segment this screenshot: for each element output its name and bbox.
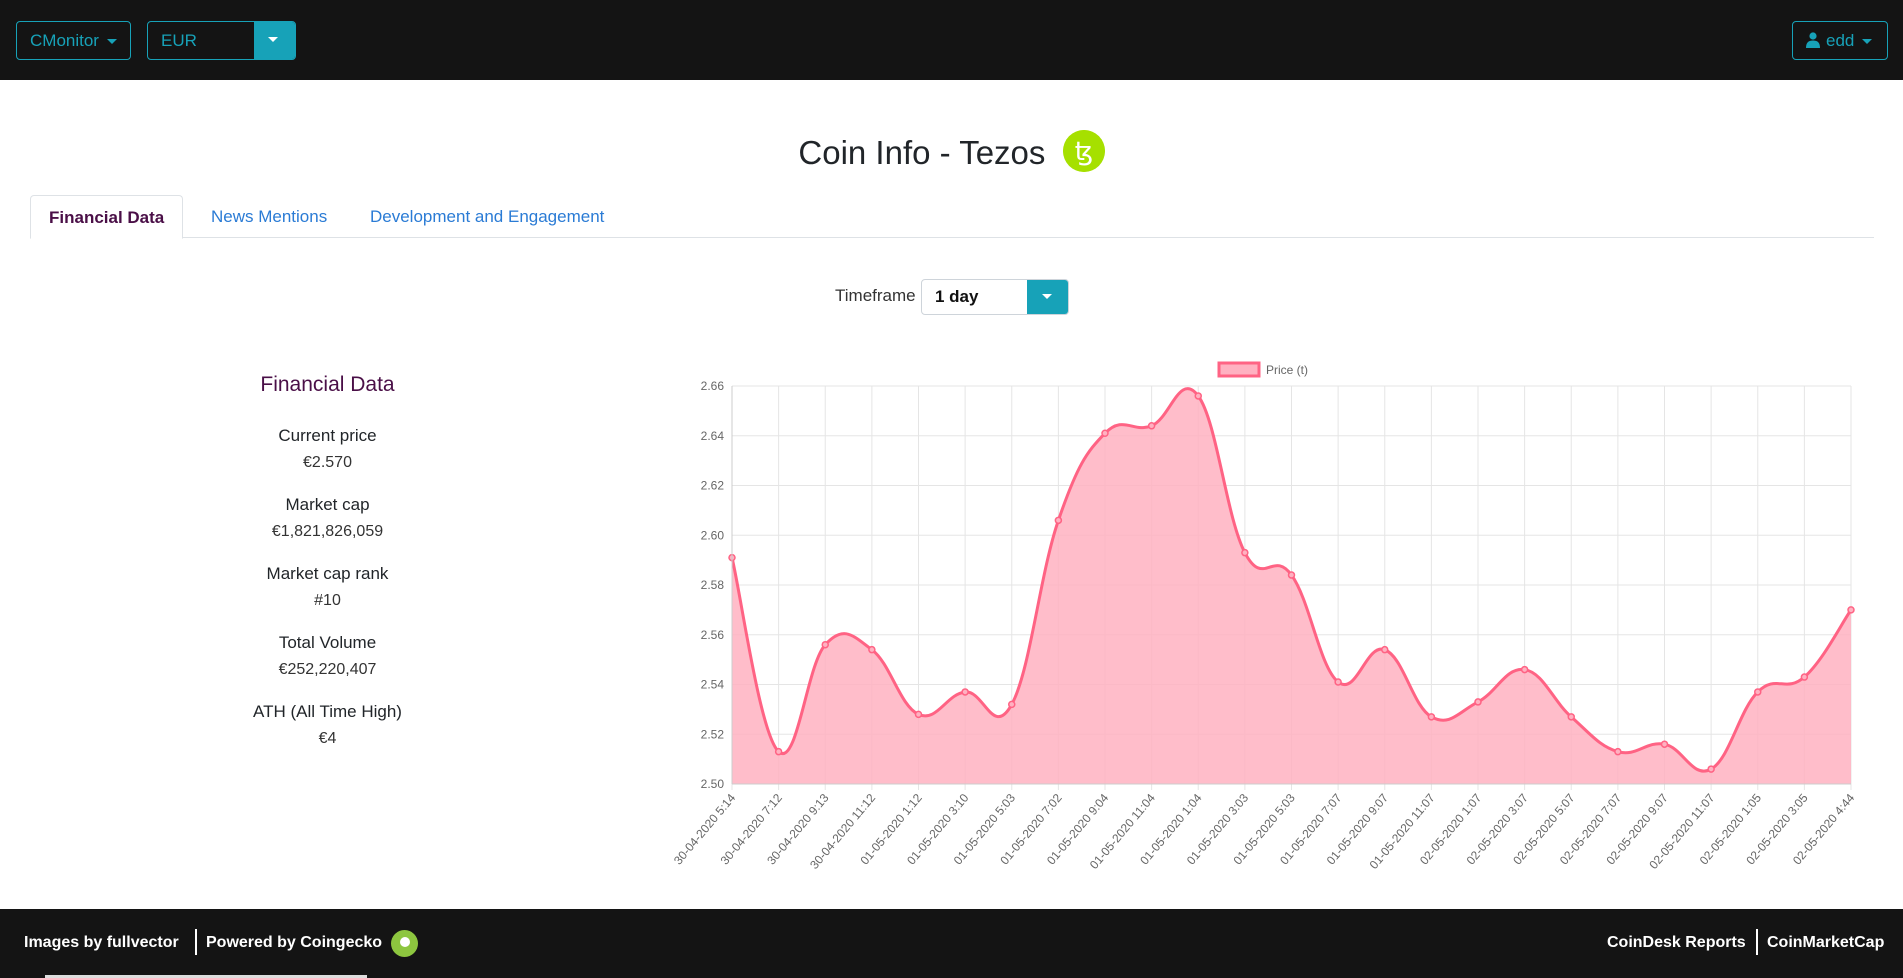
- price-point: [821, 640, 829, 649]
- tezos-logo-glyph: ꜩ: [1074, 137, 1092, 167]
- stat-label: Market cap rank: [266, 564, 389, 583]
- stat-value: €1,821,826,059: [271, 523, 384, 540]
- powered-by-link[interactable]: Powered by Coingecko: [206, 933, 382, 953]
- price-point: [1334, 678, 1342, 686]
- currency-select[interactable]: EUR: [147, 21, 296, 60]
- price-point: [1754, 688, 1762, 696]
- tab-development-engagement[interactable]: Development and Engagement: [352, 195, 622, 238]
- footer: Images by fullvector Powered by Coingeck…: [0, 909, 1903, 978]
- stat-value: #10: [314, 592, 341, 609]
- coingecko-icon: [391, 930, 418, 957]
- stat-label: Market cap: [285, 495, 370, 514]
- price-point: [1101, 429, 1109, 438]
- page-title-row: Coin Info - Tezos ꜩ: [0, 128, 1903, 178]
- user-name: edd: [1826, 31, 1855, 50]
- user-icon: [1806, 32, 1820, 48]
- chevron-down-icon: [106, 39, 117, 45]
- timeframe-label: Timeframe: [835, 286, 916, 305]
- currency-dropdown-toggle[interactable]: [254, 22, 295, 59]
- page-title: Coin Info - Tezos: [798, 134, 1046, 171]
- timeframe-select[interactable]: 1 day: [921, 279, 1069, 315]
- y-tick-label: 2.54: [701, 678, 725, 692]
- price-point: [1660, 740, 1669, 748]
- price-point: [774, 747, 783, 756]
- price-point: [1427, 713, 1436, 721]
- y-tick-label: 2.66: [701, 379, 725, 393]
- top-navbar: CMonitor EUR edd: [0, 0, 1903, 80]
- price-point: [1241, 548, 1249, 557]
- price-point: [1287, 571, 1296, 579]
- currency-value: EUR: [161, 31, 197, 50]
- total-volume-item: Total Volume €252,220,407: [200, 631, 455, 700]
- tab-bar: Financial Data News Mentions Development…: [30, 195, 1874, 239]
- stat-label: Total Volume: [278, 633, 377, 652]
- timeframe-dropdown-toggle[interactable]: [1027, 280, 1068, 314]
- price-point: [1474, 698, 1482, 706]
- footer-divider: [1756, 929, 1758, 955]
- price-point: [961, 688, 969, 696]
- price-point: [1054, 516, 1063, 525]
- y-tick-label: 2.60: [701, 528, 725, 542]
- price-chart[interactable]: 2.502.522.542.562.582.602.622.642.6630-0…: [660, 355, 1880, 895]
- price-point: [1567, 713, 1575, 721]
- coindesk-link[interactable]: CoinDesk Reports: [1607, 933, 1746, 953]
- y-tick-label: 2.52: [701, 727, 725, 741]
- images-by-link[interactable]: Images by fullvector: [24, 933, 179, 953]
- market-cap-rank-item: Market cap rank #10: [200, 562, 455, 631]
- price-point: [1147, 422, 1156, 430]
- app-menu-button[interactable]: CMonitor: [16, 21, 131, 60]
- y-tick-label: 2.64: [701, 429, 725, 443]
- y-tick-label: 2.62: [701, 479, 725, 493]
- price-point: [1707, 765, 1715, 773]
- price-point: [1800, 673, 1809, 681]
- y-tick-label: 2.58: [701, 578, 725, 592]
- tezos-logo-icon: ꜩ: [1062, 130, 1105, 173]
- legend-label: Price (t): [1266, 363, 1308, 377]
- market-cap-item: Market cap €1,821,826,059: [200, 493, 455, 562]
- financial-data-panel: Financial Data Current price €2.570 Mark…: [200, 370, 455, 769]
- financial-data-title: Financial Data: [260, 373, 395, 396]
- price-point: [1847, 606, 1855, 614]
- tab-financial-data[interactable]: Financial Data: [30, 195, 184, 239]
- stat-label: Current price: [278, 426, 377, 445]
- price-point: [1008, 700, 1016, 709]
- price-point: [1381, 645, 1389, 654]
- stat-value: €4: [318, 730, 337, 747]
- app-menu-label: CMonitor: [30, 31, 99, 50]
- stat-value: €252,220,407: [278, 661, 377, 678]
- ath-item: ATH (All Time High) €4: [200, 700, 455, 769]
- chevron-down-icon: [1862, 39, 1873, 45]
- price-point: [868, 645, 876, 654]
- y-tick-label: 2.50: [701, 777, 725, 791]
- chevron-down-icon: [268, 37, 278, 42]
- price-point: [914, 710, 923, 719]
- user-menu-button[interactable]: edd: [1792, 21, 1888, 60]
- tab-news-mentions[interactable]: News Mentions: [193, 195, 345, 238]
- price-point: [1614, 747, 1622, 756]
- footer-divider: [195, 929, 197, 955]
- current-price-item: Current price €2.570: [200, 424, 455, 493]
- price-point: [1194, 392, 1202, 400]
- stat-label: ATH (All Time High): [253, 702, 402, 721]
- timeframe-value: 1 day: [935, 287, 979, 306]
- price-point: [1520, 665, 1529, 674]
- coinmarketcap-link[interactable]: CoinMarketCap: [1767, 933, 1884, 953]
- legend-swatch: [1217, 361, 1261, 378]
- chevron-down-icon: [1042, 294, 1052, 299]
- stat-value: €2.570: [303, 454, 352, 471]
- y-tick-label: 2.56: [701, 628, 725, 642]
